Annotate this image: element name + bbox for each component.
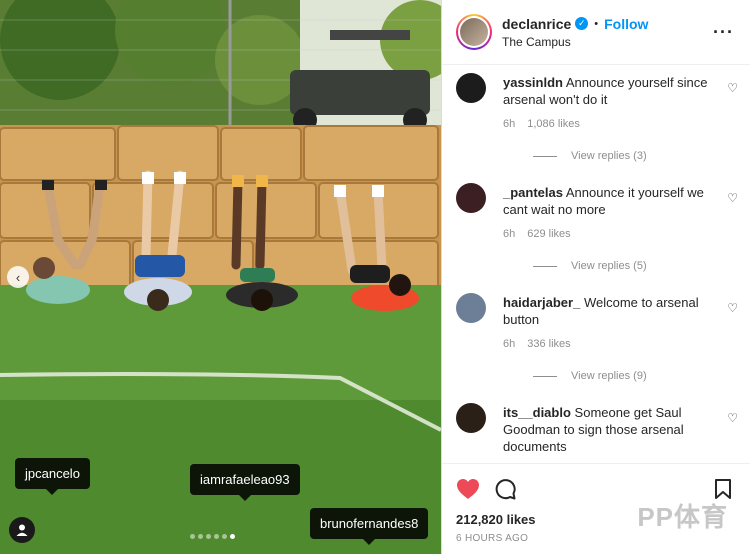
commenter-avatar[interactable] xyxy=(456,293,486,323)
previous-image-button[interactable]: ‹ xyxy=(7,266,29,288)
view-replies-button[interactable]: View replies (9) xyxy=(533,370,647,382)
author-avatar[interactable] xyxy=(456,14,492,50)
commenter-avatar[interactable] xyxy=(456,183,486,213)
comment-button[interactable] xyxy=(494,478,516,500)
comment-item: _pantelas Announce it yourself we cant w… xyxy=(456,176,740,286)
heart-outline-icon[interactable]: ♡ xyxy=(727,191,738,205)
comment-time: 6h xyxy=(503,118,516,130)
comment-item: yassinldn Announce yourself since arsena… xyxy=(456,66,740,176)
user-tag-jpcancelo[interactable]: jpcancelo xyxy=(15,458,90,495)
post-header: declanrice ✓ • Follow The Campus ··· xyxy=(442,0,750,65)
heart-outline-icon[interactable]: ♡ xyxy=(727,301,738,315)
comment-likes[interactable]: 629 likes xyxy=(527,228,570,240)
verified-badge-icon: ✓ xyxy=(575,17,589,30)
view-replies-label: View replies (3) xyxy=(571,150,647,162)
comment-username[interactable]: _pantelas xyxy=(503,185,563,200)
tagged-users-button[interactable] xyxy=(9,517,35,543)
carousel-dot xyxy=(206,534,211,539)
comment-username[interactable]: haidarjaber_ xyxy=(503,295,580,310)
commenter-avatar[interactable] xyxy=(456,403,486,433)
user-tag-iamrafaeleao93[interactable]: iamrafaeleao93 xyxy=(190,464,300,501)
pp-sports-watermark: PP体育 xyxy=(637,502,728,532)
heart-outline-icon[interactable]: ♡ xyxy=(727,81,738,95)
post-photo[interactable]: ‹ jpcancelo iamrafaeleao93 brunofernande… xyxy=(0,0,441,554)
heart-filled-icon xyxy=(457,479,479,499)
comment-likes[interactable]: 336 likes xyxy=(527,338,570,350)
view-replies-button[interactable]: View replies (3) xyxy=(533,150,647,162)
user-tag-label: jpcancelo xyxy=(25,466,80,481)
comment-username[interactable]: its__diablo xyxy=(503,405,571,420)
more-options-icon[interactable]: ··· xyxy=(713,22,734,43)
comment-item: haidarjaber_ Welcome to arsenal button 6… xyxy=(456,286,740,396)
carousel-dot xyxy=(198,534,203,539)
carousel-indicator xyxy=(190,534,235,539)
carousel-dot xyxy=(222,534,227,539)
carousel-dot xyxy=(230,534,235,539)
separator-dot: • xyxy=(594,17,599,30)
view-replies-button[interactable]: View replies (5) xyxy=(533,260,647,272)
carousel-dot xyxy=(214,534,219,539)
user-tag-label: iamrafaeleao93 xyxy=(200,472,290,487)
heart-outline-icon[interactable]: ♡ xyxy=(727,411,738,425)
instagram-post-view: ‹ jpcancelo iamrafaeleao93 brunofernande… xyxy=(0,0,750,554)
chevron-left-icon: ‹ xyxy=(15,269,21,285)
post-details-panel: declanrice ✓ • Follow The Campus ··· yas… xyxy=(441,0,750,554)
post-timestamp: 6 HOURS AGO xyxy=(456,533,529,544)
comment-time: 6h xyxy=(503,228,516,240)
comments-list[interactable]: yassinldn Announce yourself since arsena… xyxy=(442,66,750,462)
comment-likes[interactable]: 1,086 likes xyxy=(527,118,580,130)
person-icon xyxy=(16,524,28,536)
comment-icon xyxy=(495,479,516,500)
like-button[interactable] xyxy=(456,478,480,500)
comment-username[interactable]: yassinldn xyxy=(503,75,563,90)
follow-button[interactable]: Follow xyxy=(604,16,648,32)
commenter-avatar[interactable] xyxy=(456,73,486,103)
view-replies-label: View replies (9) xyxy=(571,370,647,382)
comment-item: its__diablo Someone get Saul Goodman to … xyxy=(456,396,740,462)
view-replies-label: View replies (5) xyxy=(571,260,647,272)
author-username[interactable]: declanrice xyxy=(502,16,571,32)
carousel-dot xyxy=(190,534,195,539)
comment-time: 6h xyxy=(503,338,516,350)
user-tag-label: brunofernandes8 xyxy=(320,516,419,531)
post-location[interactable]: The Campus xyxy=(502,35,648,49)
user-tag-brunofernandes8[interactable]: brunofernandes8 xyxy=(310,508,429,545)
